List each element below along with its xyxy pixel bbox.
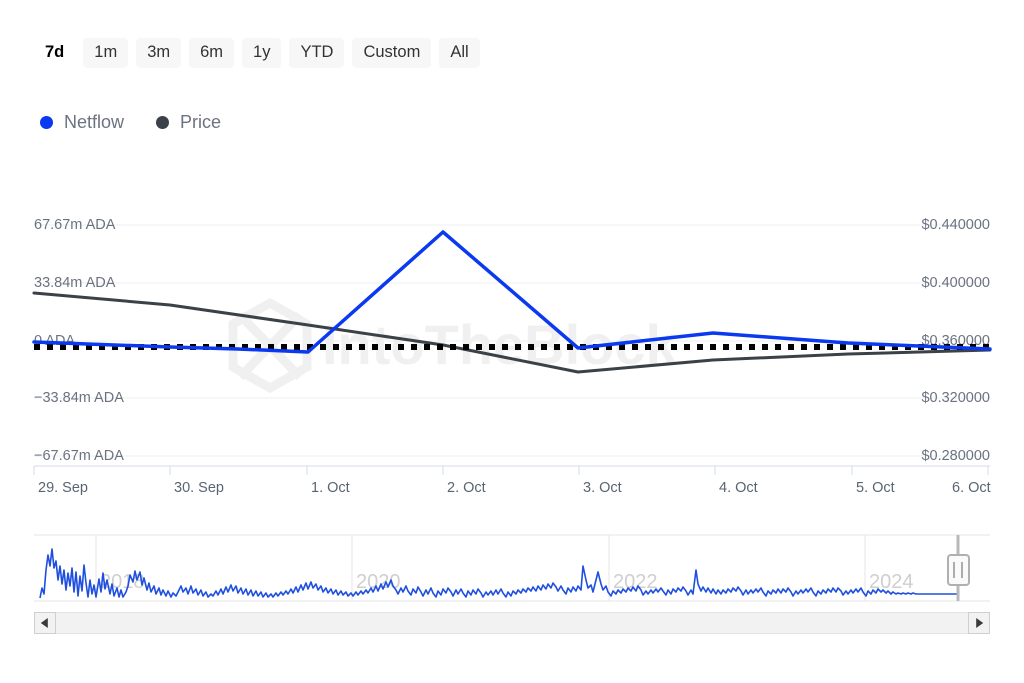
x-axis-tick-2: 1. Oct <box>311 480 350 496</box>
scroll-right-arrow-icon <box>976 618 984 628</box>
x-axis-tick-0: 29. Sep <box>38 480 88 496</box>
left-axis-tick-3: −33.84m ADA <box>34 390 124 406</box>
right-axis-tick-3: $0.320000 <box>921 390 990 406</box>
right-axis-tick-0: $0.440000 <box>921 217 990 233</box>
navigator-right-handle[interactable] <box>947 535 970 601</box>
watermark: IntoTheBlock <box>228 297 678 394</box>
legend-label-price: Price <box>180 112 222 132</box>
x-axis-tick-5: 4. Oct <box>719 480 758 496</box>
range-button-3m[interactable]: 3m <box>136 38 182 68</box>
navigator-gridlines <box>95 535 866 601</box>
range-button-all[interactable]: All <box>439 38 480 68</box>
range-button-6m[interactable]: 6m <box>189 38 235 68</box>
range-button-custom[interactable]: Custom <box>352 38 432 68</box>
x-axis-tick-6: 5. Oct <box>856 480 895 496</box>
series-line-netflow <box>32 230 992 354</box>
scrollbar-track[interactable] <box>34 612 990 634</box>
x-axis-tick-4: 3. Oct <box>583 480 622 496</box>
right-axis-labels: $0.440000 $0.400000 $0.360000 $0.320000 … <box>921 217 990 464</box>
navigator-year-2020: 2020 <box>356 571 401 593</box>
navigator-series-line <box>39 548 958 599</box>
watermark-label: IntoTheBlock <box>322 313 678 376</box>
chart-legend: Netflow Price <box>40 113 221 131</box>
range-button-1y[interactable]: 1y <box>242 38 282 68</box>
range-button-7d[interactable]: 7d <box>34 38 75 68</box>
range-button-ytd[interactable]: YTD <box>289 38 345 68</box>
x-axis-tick-7: 6. Oct <box>952 480 991 496</box>
chart-container: IntoTheBlock 67.67m ADA 33.84m ADA 0 ADA… <box>0 0 1024 683</box>
right-axis-tick-1: $0.400000 <box>921 275 990 291</box>
navigator[interactable]: 2018 2020 2022 2024 <box>34 534 990 602</box>
scroll-left-button[interactable] <box>34 612 56 634</box>
navigator-year-2022: 2022 <box>613 571 658 593</box>
range-button-1m[interactable]: 1m <box>83 38 129 68</box>
legend-item-price[interactable]: Price <box>156 113 221 131</box>
legend-item-netflow[interactable]: Netflow <box>40 113 124 131</box>
chart-gridlines <box>34 224 990 457</box>
legend-dot-price-icon <box>156 115 170 129</box>
x-axis <box>33 465 990 475</box>
right-axis-tick-4: $0.280000 <box>921 448 990 464</box>
left-axis-tick-0: 67.67m ADA <box>34 217 116 233</box>
x-axis-tick-3: 2. Oct <box>447 480 486 496</box>
left-axis-tick-4: −67.67m ADA <box>34 448 124 464</box>
navigator-year-labels: 2018 2020 2022 2024 <box>100 571 914 593</box>
scroll-right-button[interactable] <box>968 612 990 634</box>
navigator-year-2018: 2018 <box>100 571 145 593</box>
x-axis-labels: 29. Sep 30. Sep 1. Oct 2. Oct 3. Oct 4. … <box>38 480 991 496</box>
x-axis-tick-1: 30. Sep <box>174 480 224 496</box>
left-axis-tick-2: 0 ADA <box>34 333 75 349</box>
hexagon-logo-icon <box>228 297 312 394</box>
navigator-scrollbar[interactable] <box>34 612 990 634</box>
navigator-year-2024: 2024 <box>869 571 914 593</box>
legend-label-netflow: Netflow <box>64 112 125 132</box>
series-line-price <box>32 291 992 374</box>
left-axis-labels: 67.67m ADA 33.84m ADA 0 ADA −33.84m ADA … <box>34 217 124 464</box>
scroll-left-arrow-icon <box>40 618 48 628</box>
right-axis-tick-2: $0.360000 <box>921 333 990 349</box>
left-axis-tick-1: 33.84m ADA <box>34 275 116 291</box>
range-selector: 7d 1m 3m 6m 1y YTD Custom All <box>34 38 480 68</box>
legend-dot-netflow-icon <box>40 115 53 129</box>
